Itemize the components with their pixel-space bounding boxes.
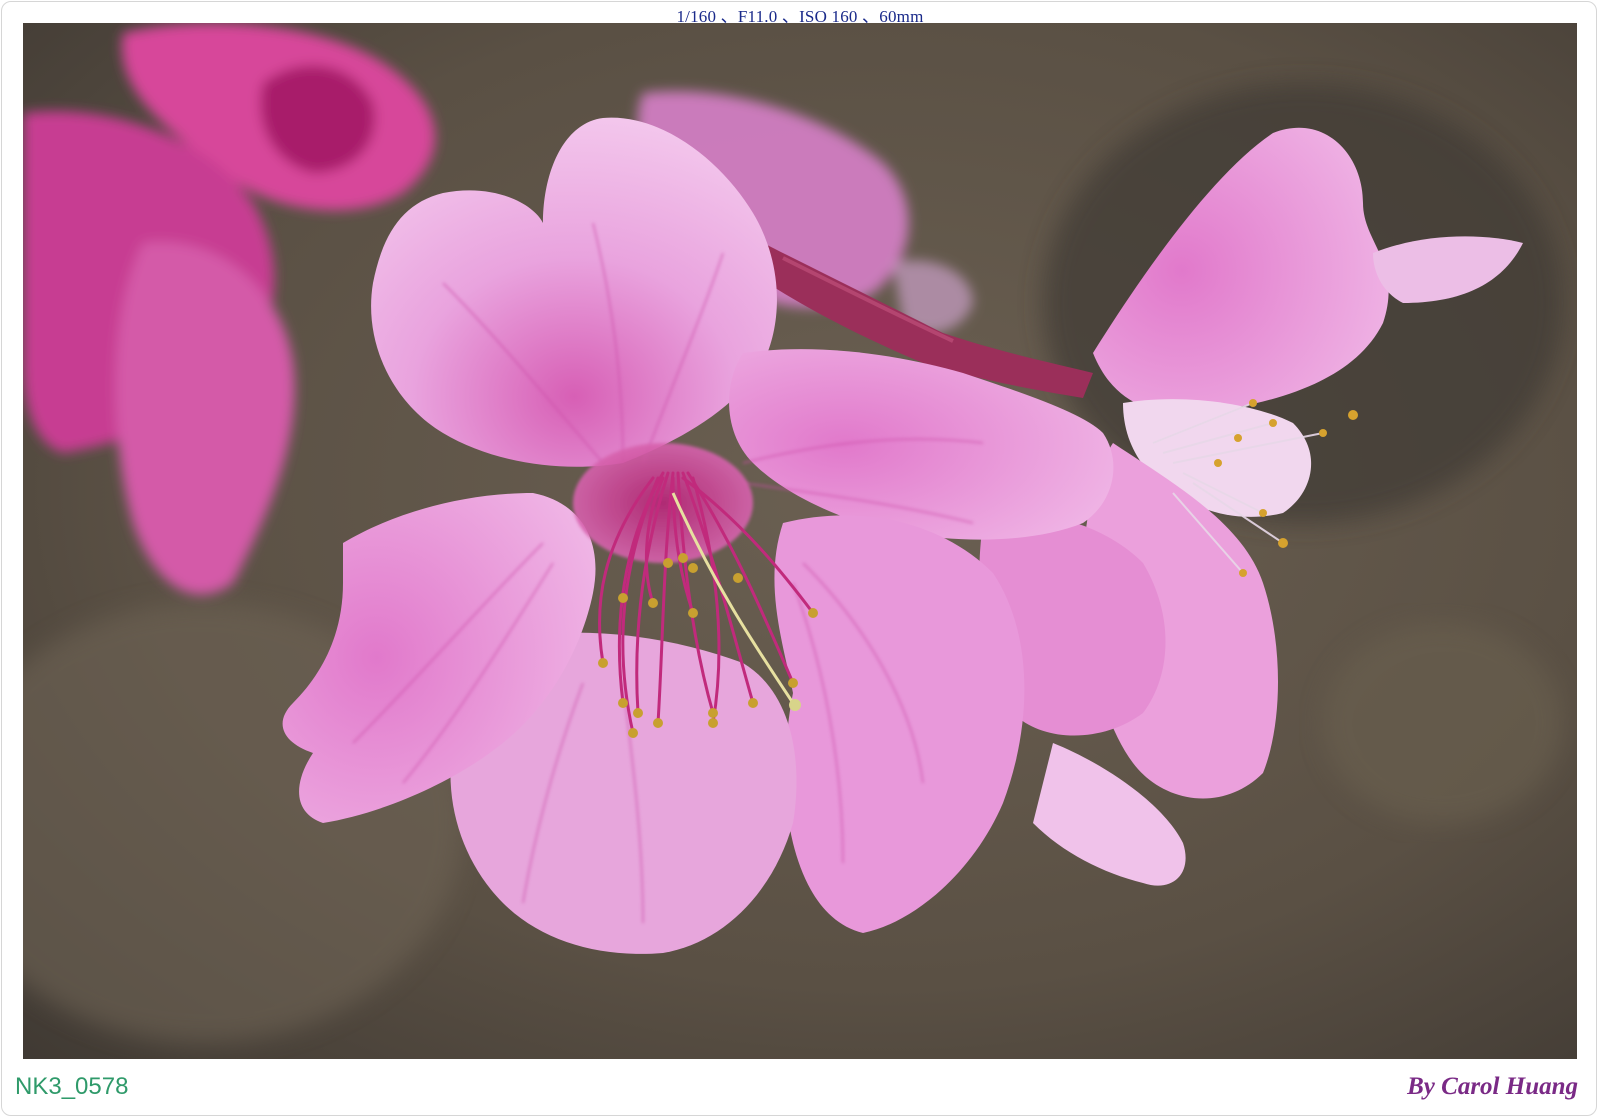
photographer-signature: By Carol Huang <box>1407 1073 1578 1100</box>
blossom-photo <box>23 23 1577 1059</box>
filename-label: NK3_0578 <box>15 1073 129 1100</box>
